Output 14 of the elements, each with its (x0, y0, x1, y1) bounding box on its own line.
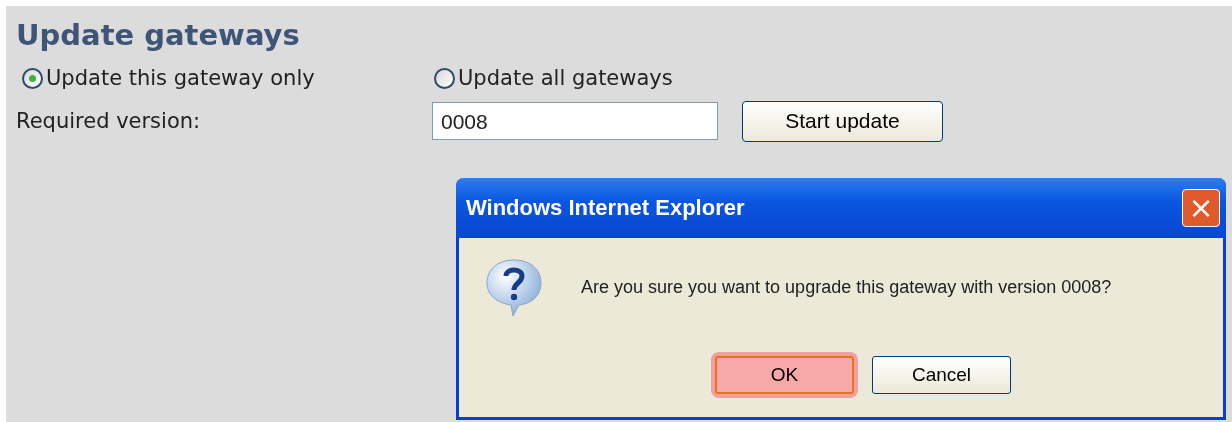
question-icon (483, 256, 545, 318)
radio-button[interactable] (434, 67, 455, 89)
radio-label: Update this gateway only (46, 66, 315, 90)
field-label: Required version: (16, 109, 202, 133)
radio-option[interactable]: Update this gateway only (22, 66, 434, 90)
dialog-title: Windows Internet Explorer (466, 195, 745, 221)
radio-button[interactable] (22, 67, 43, 89)
version-field[interactable]: 0008 (432, 102, 718, 140)
dialog-message: Are you sure you want to upgrade this gateway with version 0008? (581, 276, 1112, 298)
cancel-button[interactable]: Cancel (872, 356, 1011, 394)
close-button[interactable]: × (1182, 189, 1220, 227)
start-update-button[interactable]: Start update (742, 100, 943, 142)
section-heading: Update gateways (15, 17, 301, 54)
ok-button[interactable]: OK (715, 356, 854, 394)
